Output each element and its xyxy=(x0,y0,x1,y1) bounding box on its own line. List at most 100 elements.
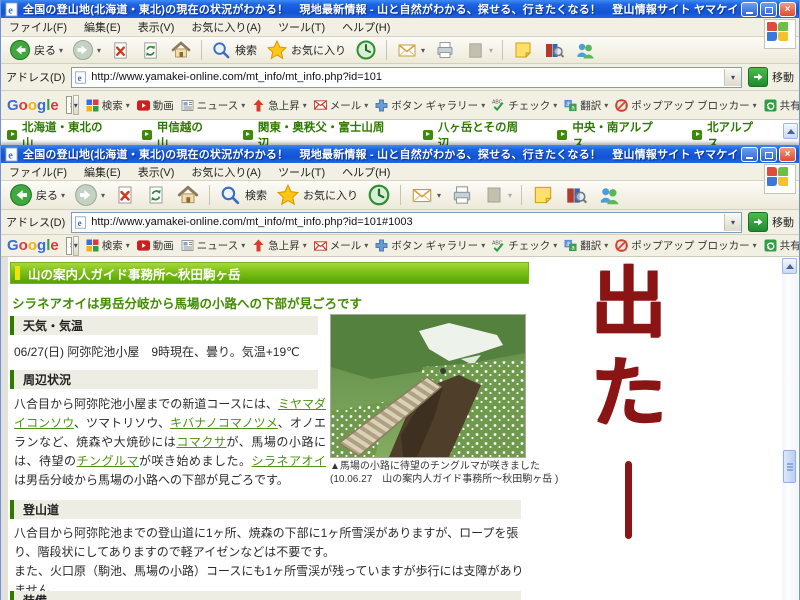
flower-link[interactable]: シラネアオイ xyxy=(251,454,326,468)
mail-button[interactable]: ▾ xyxy=(407,182,444,208)
title-bar[interactable]: e 全国の登山地(北海道・東北)の現在の状況がわかる！ 現地最新情報 - 山と自… xyxy=(1,0,799,18)
edit-button[interactable]: ▾ xyxy=(480,183,515,207)
favorites-button[interactable]: お気に入り xyxy=(273,182,361,208)
stop-button[interactable] xyxy=(107,39,134,62)
refresh-button[interactable] xyxy=(137,39,164,62)
search-button[interactable]: 検索 xyxy=(216,183,270,208)
google-news-button[interactable]: ニュース ▾ xyxy=(181,238,245,253)
menu-tools[interactable]: ツール(T) xyxy=(278,164,325,180)
scrollbar-up-button[interactable] xyxy=(782,258,797,274)
links-item-yatsugatake[interactable]: 八ヶ岳とその周辺 xyxy=(422,119,528,145)
flower-link[interactable]: キバナノコマノツメ xyxy=(170,416,278,430)
history-button[interactable] xyxy=(364,182,394,208)
menu-edit[interactable]: 編集(E) xyxy=(84,164,121,180)
menu-favorites[interactable]: お気に入り(A) xyxy=(191,164,261,180)
print-button[interactable] xyxy=(431,38,459,62)
search-button[interactable]: 検索 xyxy=(208,39,260,62)
address-input[interactable]: e http://www.yamakei-online.com/mt_info/… xyxy=(71,211,742,233)
search-icon xyxy=(221,186,240,204)
google-mail-button[interactable]: メール ▾ xyxy=(313,238,368,253)
mail-button[interactable]: ▾ xyxy=(393,38,428,62)
back-button[interactable]: 戻る ▾ xyxy=(6,182,68,208)
google-news-button[interactable]: ニュース ▾ xyxy=(181,98,245,113)
notes-button[interactable] xyxy=(509,38,537,62)
google-input-dropdown[interactable]: ▾ xyxy=(72,95,79,115)
menu-view[interactable]: 表示(V) xyxy=(138,164,175,180)
links-item-koshinetsu[interactable]: 甲信越の山 xyxy=(141,119,213,145)
close-button[interactable]: × xyxy=(779,146,796,162)
google-mail-button[interactable]: メール ▾ xyxy=(313,98,368,113)
address-label: アドレス(D) xyxy=(6,72,66,84)
google-gallery-button[interactable]: ボタン ギャラリー ▾ xyxy=(375,238,485,253)
google-gallery-button[interactable]: ボタン ギャラリー ▾ xyxy=(375,98,485,113)
favorites-button[interactable]: お気に入り xyxy=(263,38,349,62)
links-item-kita-alps[interactable]: 北アルプス xyxy=(692,119,763,145)
google-popup-blocker-button[interactable]: ポップアップ ブロッカー ▾ xyxy=(615,238,757,253)
minimize-button[interactable] xyxy=(741,1,758,17)
print-icon xyxy=(437,42,453,58)
back-button[interactable]: 戻る ▾ xyxy=(6,38,66,62)
go-button[interactable]: 移動 xyxy=(748,212,794,232)
close-button[interactable]: × xyxy=(779,1,796,17)
google-check-button[interactable]: ABC チェック ▾ xyxy=(492,98,557,113)
history-button[interactable] xyxy=(352,38,380,62)
menu-help[interactable]: ヘルプ(H) xyxy=(342,19,390,35)
google-share-button[interactable]: 共有▾ xyxy=(764,238,799,253)
menu-tools[interactable]: ツール(T) xyxy=(278,19,325,35)
google-popup-blocker-button[interactable]: ポップアップ ブロッカー ▾ xyxy=(615,98,757,113)
menu-file[interactable]: ファイル(F) xyxy=(9,164,67,180)
google-translate-button[interactable]: あa 翻訳 ▾ xyxy=(564,98,608,113)
links-item-hokkaido-tohoku[interactable]: 北海道・東北の山 xyxy=(7,119,112,145)
address-input[interactable]: e http://www.yamakei-online.com/mt_info/… xyxy=(71,66,742,88)
flower-link[interactable]: チングルマ xyxy=(77,454,140,468)
flower-link[interactable]: コマクサ xyxy=(176,435,226,449)
google-trending-button[interactable]: 急上昇 ▾ xyxy=(252,238,307,253)
restore-button[interactable] xyxy=(760,1,777,17)
edit-button[interactable]: ▾ xyxy=(462,39,496,62)
menu-file[interactable]: ファイル(F) xyxy=(9,19,67,35)
google-search-button[interactable]: 検索 ▾ xyxy=(86,238,130,253)
google-video-button[interactable]: 動画 xyxy=(136,98,174,113)
stop-button[interactable] xyxy=(111,183,139,207)
links-item-chuo-minami-alps[interactable]: 中央・南アルプス xyxy=(557,119,662,145)
forward-button[interactable]: ▾ xyxy=(69,38,104,62)
google-share-button[interactable]: 共有▾ xyxy=(764,98,799,113)
google-translate-button[interactable]: あa 翻訳 ▾ xyxy=(564,238,608,253)
google-search-button[interactable]: 検索 ▾ xyxy=(86,98,130,113)
scrollbar-up-button[interactable] xyxy=(783,123,798,139)
refresh-button[interactable] xyxy=(142,183,170,207)
research-button[interactable] xyxy=(561,182,591,208)
google-video-button[interactable]: 動画 xyxy=(136,238,174,253)
google-search-input[interactable]: キーワードを入力して検 xyxy=(65,96,72,114)
restore-button[interactable] xyxy=(760,146,777,162)
minimize-button[interactable] xyxy=(741,146,758,162)
links-item-kanto-fuji[interactable]: 関東・奥秩父・富士山周辺 xyxy=(242,119,393,145)
address-dropdown-button[interactable]: ▾ xyxy=(724,68,741,86)
forward-button[interactable]: ▾ xyxy=(71,182,108,208)
home-button[interactable] xyxy=(173,182,203,208)
home-button[interactable] xyxy=(167,38,195,62)
vertical-scrollbar[interactable] xyxy=(782,258,798,600)
scrollbar-thumb[interactable] xyxy=(783,450,796,483)
notes-button[interactable] xyxy=(528,182,558,208)
annotation-char-2: た xyxy=(590,351,666,436)
google-search-input[interactable]: キーワードを入力して検 xyxy=(65,236,72,255)
menu-edit[interactable]: 編集(E) xyxy=(84,19,121,35)
green-arrow-icon xyxy=(422,129,433,140)
address-dropdown-button[interactable]: ▾ xyxy=(724,213,741,231)
go-button[interactable]: 移動 xyxy=(748,67,794,87)
popup-blocker-icon xyxy=(615,239,629,252)
menu-view[interactable]: 表示(V) xyxy=(138,19,175,35)
menu-help[interactable]: ヘルプ(H) xyxy=(342,164,390,180)
research-button[interactable] xyxy=(540,38,568,62)
google-check-button[interactable]: ABC チェック ▾ xyxy=(492,238,557,253)
print-button[interactable] xyxy=(447,182,477,208)
messenger-button[interactable] xyxy=(594,182,624,208)
back-icon xyxy=(10,40,30,60)
menu-favorites[interactable]: お気に入り(A) xyxy=(191,19,261,35)
title-bar[interactable]: e 全国の登山地(北海道・東北)の現在の状況がわかる！ 現地最新情報 - 山と自… xyxy=(1,145,799,163)
google-input-dropdown[interactable]: ▾ xyxy=(72,235,79,256)
messenger-button[interactable] xyxy=(571,38,599,62)
google-trending-button[interactable]: 急上昇 ▾ xyxy=(252,98,307,113)
handwritten-annotation: 出 た xyxy=(576,259,680,539)
